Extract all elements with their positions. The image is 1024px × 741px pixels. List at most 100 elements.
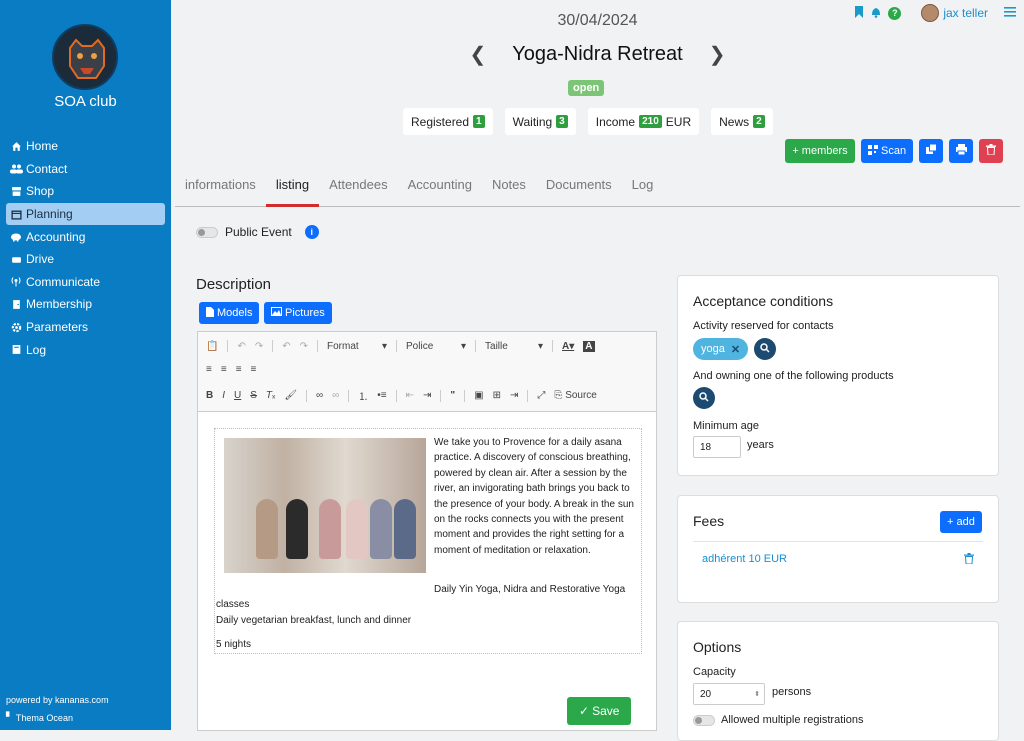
tab-documents[interactable]: Documents — [536, 170, 622, 207]
redo-alt-icon[interactable]: ↷ — [300, 341, 308, 352]
image-insert-icon[interactable]: ▣ — [474, 390, 483, 401]
indent-icon[interactable]: ⇥ — [423, 390, 431, 401]
user-menu[interactable]: jax teller — [921, 4, 988, 22]
sidebar-item-drive[interactable]: Drive — [6, 248, 165, 271]
public-event-toggle[interactable] — [196, 226, 218, 238]
stat-registered[interactable]: Registered 1 — [403, 108, 493, 135]
tab-attendees[interactable]: Attendees — [319, 170, 398, 207]
chevron-left-icon[interactable]: ❮ — [470, 42, 487, 67]
sidebar-item-label: Communicate — [26, 274, 101, 289]
police-select[interactable]: Police ▾ — [406, 341, 466, 352]
scan-label: Scan — [881, 145, 907, 157]
duplicate-button[interactable] — [919, 139, 944, 163]
info-icon[interactable]: i — [304, 225, 319, 239]
multiple-registrations-label: Allowed multiple registrations — [721, 714, 864, 726]
sidebar-item-log[interactable]: Log — [6, 338, 165, 361]
sidebar-item-contact[interactable]: Contact — [6, 158, 165, 181]
delete-button[interactable] — [979, 139, 1004, 163]
scan-button[interactable]: Scan — [861, 139, 914, 163]
editor-content[interactable]: We take you to Provence for a daily asan… — [214, 428, 642, 654]
hamburger-menu-icon[interactable] — [1004, 6, 1016, 20]
stat-waiting[interactable]: Waiting 3 — [504, 108, 576, 135]
unlink-icon[interactable]: ∞ — [332, 390, 339, 401]
fee-item[interactable]: adhérent 10 EUR — [702, 553, 787, 565]
meals-text: Daily vegetarian breakfast, lunch and di… — [216, 614, 412, 626]
undo-icon[interactable]: ↶ — [237, 341, 245, 352]
acceptance-title: Acceptance conditions — [693, 293, 834, 309]
sidebar-item-planning[interactable]: Planning — [6, 202, 165, 226]
bell-icon[interactable] — [870, 6, 882, 21]
tab-accounting[interactable]: Accounting — [398, 170, 482, 207]
align-center-icon[interactable]: ≡ — [221, 364, 227, 375]
redo-icon[interactable]: ↷ — [255, 341, 263, 352]
strike-icon[interactable]: S — [250, 390, 257, 401]
taille-select[interactable]: Taille ▾ — [485, 341, 543, 352]
sidebar-item-shop[interactable]: Shop — [6, 180, 165, 203]
trash-icon[interactable] — [964, 553, 974, 567]
stat-news[interactable]: News 2 — [711, 108, 773, 135]
source-button[interactable]: ⎘ Source — [554, 390, 596, 401]
tab-notes[interactable]: Notes — [482, 170, 536, 207]
pictures-button[interactable]: Pictures — [264, 302, 332, 324]
sidebar-item-home[interactable]: Home — [6, 135, 165, 158]
products-label: And owning one of the following products — [693, 370, 894, 382]
stat-income[interactable]: Income 210 EUR — [587, 108, 700, 135]
search-contacts-button[interactable] — [754, 338, 777, 360]
multiple-registrations-toggle[interactable] — [693, 714, 715, 726]
maximize-icon[interactable]: ⤢ — [537, 390, 545, 401]
yoga-photo[interactable] — [224, 438, 426, 573]
theme-selector[interactable]: ▘ Thema Ocean — [6, 712, 73, 723]
tag-chip[interactable]: yoga ✕ — [693, 338, 749, 360]
bold-icon[interactable]: B — [206, 390, 213, 401]
help-icon[interactable]: ? — [888, 6, 902, 20]
caret-down-icon: ▾ — [460, 340, 467, 352]
align-left-icon[interactable]: ≡ — [206, 364, 212, 375]
tab-informations[interactable]: informations — [175, 170, 266, 207]
broadcast-icon — [9, 276, 23, 287]
bullet-list-icon[interactable]: •≡ — [377, 390, 386, 401]
numbered-list-icon[interactable]: ⒈ — [358, 388, 368, 403]
tab-log[interactable]: Log — [622, 170, 664, 207]
quote-icon[interactable]: " — [450, 390, 455, 401]
stat-badge: 3 — [556, 115, 568, 128]
club-logo[interactable] — [52, 24, 118, 90]
italic-icon[interactable]: I — [222, 390, 225, 401]
print-button[interactable] — [949, 139, 974, 163]
tab-listing[interactable]: listing — [265, 170, 320, 207]
align-right-icon[interactable]: ≡ — [236, 364, 242, 375]
add-fee-button[interactable]: + add — [940, 511, 982, 533]
capacity-input[interactable]: 20 ⬍ — [693, 683, 765, 705]
block-icon[interactable]: ⇥ — [510, 390, 518, 401]
align-justify-icon[interactable]: ≡ — [251, 364, 257, 375]
table-icon[interactable]: ⊞ — [493, 390, 501, 401]
background-color-icon[interactable]: A — [583, 340, 595, 352]
chevron-right-icon[interactable]: ❯ — [709, 42, 726, 67]
save-button[interactable]: ✓ Save — [567, 697, 632, 725]
search-products-button[interactable] — [693, 387, 715, 409]
format-select[interactable]: Format ▾ — [327, 341, 387, 352]
sidebar-item-accounting[interactable]: Accounting — [6, 225, 165, 248]
brush-icon[interactable]: 🖌 — [284, 390, 297, 401]
sidebar-item-communicate[interactable]: Communicate — [6, 271, 165, 294]
printer-icon — [955, 144, 967, 158]
text-color-icon[interactable]: A▾ — [562, 341, 574, 352]
separator — [440, 389, 442, 402]
models-button[interactable]: Models — [199, 302, 260, 324]
underline-icon[interactable]: U — [234, 390, 241, 401]
undo-alt-icon[interactable]: ↶ — [282, 341, 290, 352]
min-age-input[interactable]: 18 — [693, 436, 741, 458]
stat-badge: 2 — [753, 115, 765, 128]
link-icon[interactable]: ∞ — [316, 390, 323, 401]
powered-by[interactable]: powered by kananas.com — [6, 695, 109, 705]
sidebar-item-label: Contact — [26, 161, 68, 176]
spinner-icon[interactable]: ⬍ — [754, 690, 760, 698]
caret-down-icon: ▾ — [537, 340, 544, 352]
outdent-icon[interactable]: ⇤ — [406, 390, 414, 401]
bookmark-icon[interactable] — [854, 5, 864, 21]
add-members-button[interactable]: + members — [785, 139, 855, 163]
sidebar-item-membership[interactable]: Membership — [6, 293, 165, 316]
remove-format-icon[interactable]: Tₓ — [266, 390, 275, 401]
paste-icon[interactable]: 📋 — [206, 341, 218, 352]
close-icon[interactable]: ✕ — [731, 343, 740, 356]
sidebar-item-parameters[interactable]: Parameters — [6, 316, 165, 339]
